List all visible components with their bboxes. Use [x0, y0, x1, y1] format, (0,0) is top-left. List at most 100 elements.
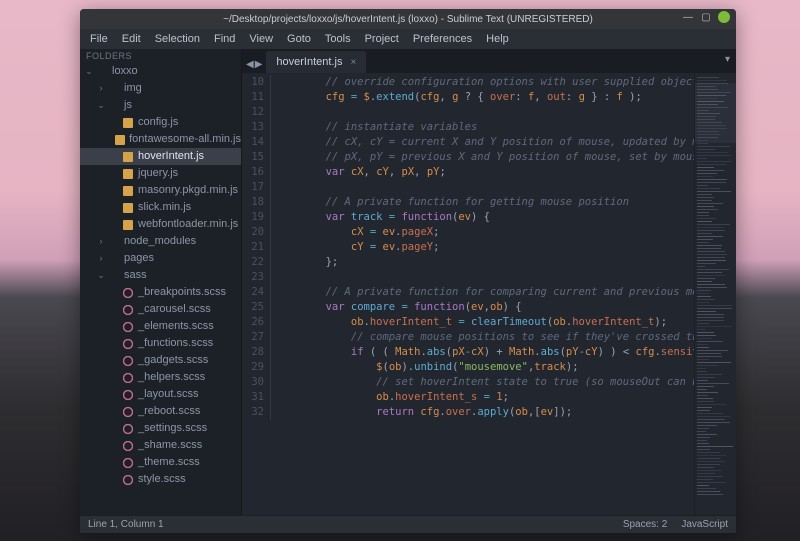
file-_helpers.scss[interactable]: _helpers.scss	[80, 369, 241, 386]
code-line[interactable]: };	[270, 255, 694, 270]
code-line[interactable]: // instantiate variables	[270, 120, 694, 135]
file-_breakpoints.scss[interactable]: _breakpoints.scss	[80, 284, 241, 301]
menu-find[interactable]: Find	[208, 31, 241, 47]
code-line[interactable]: if ( ( Math.abs(pX-cX) + Math.abs(pY-cY)…	[270, 345, 694, 360]
sass-file-icon	[122, 389, 134, 401]
file-_elements.scss[interactable]: _elements.scss	[80, 318, 241, 335]
window-controls: — ▢	[682, 11, 730, 23]
code-line[interactable]: ob.hoverIntent_s = 1;	[270, 390, 694, 405]
menu-goto[interactable]: Goto	[281, 31, 317, 47]
tab-next-icon[interactable]: ▶	[255, 59, 263, 70]
line-number: 16	[242, 165, 264, 180]
code-line[interactable]: // A private function for comparing curr…	[270, 285, 694, 300]
code-line[interactable]: return cfg.over.apply(ob,[ev]);	[270, 405, 694, 420]
line-number: 25	[242, 300, 264, 315]
chevron-right-icon[interactable]: ›	[96, 233, 106, 250]
tab-dropdown-icon[interactable]: ▾	[725, 54, 730, 65]
sass-file-icon	[122, 423, 134, 435]
code-line[interactable]: var track = function(ev) {	[270, 210, 694, 225]
chevron-down-icon[interactable]: ⌄	[84, 63, 94, 80]
menu-selection[interactable]: Selection	[149, 31, 206, 47]
file-jquery.js[interactable]: jquery.js	[80, 165, 241, 182]
tree-item-label: hoverIntent.js	[138, 148, 204, 165]
folder-pages[interactable]: › pages	[80, 250, 241, 267]
code-line[interactable]	[270, 105, 694, 120]
tab-close-icon[interactable]: ×	[350, 57, 356, 68]
chevron-right-icon[interactable]: ›	[96, 250, 106, 267]
minimap-viewport[interactable]	[695, 83, 736, 143]
folder-sass[interactable]: ⌄sass	[80, 267, 241, 284]
code-line[interactable]: ob.hoverIntent_t = clearTimeout(ob.hover…	[270, 315, 694, 330]
file-_gadgets.scss[interactable]: _gadgets.scss	[80, 352, 241, 369]
maximize-button[interactable]: ▢	[700, 11, 712, 23]
tab-label: hoverIntent.js	[276, 56, 342, 68]
tree-item-label: img	[124, 80, 142, 97]
menu-file[interactable]: File	[84, 31, 114, 47]
code-line[interactable]: // compare mouse positions to see if the…	[270, 330, 694, 345]
tree-item-label: webfontloader.min.js	[138, 216, 238, 233]
code-line[interactable]: // cX, cY = current X and Y position of …	[270, 135, 694, 150]
sass-file-icon	[122, 474, 134, 486]
code-line[interactable]: cfg = $.extend(cfg, g ? { over: f, out: …	[270, 90, 694, 105]
file-_shame.scss[interactable]: _shame.scss	[80, 437, 241, 454]
js-file-icon	[122, 219, 134, 231]
code-line[interactable]: var cX, cY, pX, pY;	[270, 165, 694, 180]
code-content[interactable]: // override configuration options with u…	[270, 73, 694, 515]
minimize-button[interactable]: —	[682, 11, 694, 23]
file-_reboot.scss[interactable]: _reboot.scss	[80, 403, 241, 420]
tree-item-label: pages	[124, 250, 154, 267]
menu-project[interactable]: Project	[359, 31, 405, 47]
code-line[interactable]: // set hoverIntent state to true (so mou…	[270, 375, 694, 390]
file-hoverIntent.js[interactable]: hoverIntent.js	[80, 148, 241, 165]
line-number: 26	[242, 315, 264, 330]
folder-js[interactable]: ⌄js	[80, 97, 241, 114]
code-line[interactable]	[270, 270, 694, 285]
chevron-down-icon[interactable]: ⌄	[96, 267, 106, 284]
menu-tools[interactable]: Tools	[319, 31, 357, 47]
sidebar-header: FOLDERS	[80, 49, 241, 63]
file-_theme.scss[interactable]: _theme.scss	[80, 454, 241, 471]
file-webfontloader.min.js[interactable]: webfontloader.min.js	[80, 216, 241, 233]
folder-icon	[108, 270, 120, 282]
code-line[interactable]: var compare = function(ev,ob) {	[270, 300, 694, 315]
titlebar[interactable]: ~/Desktop/projects/loxxo/js/hoverIntent.…	[80, 9, 736, 29]
menu-help[interactable]: Help	[480, 31, 515, 47]
close-button[interactable]	[718, 11, 730, 23]
file-masonry.pkgd.min.js[interactable]: masonry.pkgd.min.js	[80, 182, 241, 199]
chevron-right-icon[interactable]: ›	[96, 80, 106, 97]
file-_settings.scss[interactable]: _settings.scss	[80, 420, 241, 437]
minimap[interactable]	[694, 73, 736, 515]
code-line[interactable]	[270, 180, 694, 195]
status-language[interactable]: JavaScript	[681, 519, 728, 530]
folder-node_modules[interactable]: ›node_modules	[80, 233, 241, 250]
file-slick.min.js[interactable]: slick.min.js	[80, 199, 241, 216]
code-line[interactable]: cY = ev.pageY;	[270, 240, 694, 255]
code-line[interactable]: // pX, pY = previous X and Y position of…	[270, 150, 694, 165]
file-_functions.scss[interactable]: _functions.scss	[80, 335, 241, 352]
menu-preferences[interactable]: Preferences	[407, 31, 478, 47]
line-number: 13	[242, 120, 264, 135]
file-fontawesome-all.min.js[interactable]: fontawesome-all.min.js	[80, 131, 241, 148]
tree-item-label: jquery.js	[138, 165, 178, 182]
code-line[interactable]: $(ob).unbind("mousemove",track);	[270, 360, 694, 375]
status-cursor[interactable]: Line 1, Column 1	[88, 519, 164, 530]
tab-prev-icon[interactable]: ◀	[246, 59, 254, 70]
code-line[interactable]: cX = ev.pageX;	[270, 225, 694, 240]
line-number: 29	[242, 360, 264, 375]
code-area[interactable]: 1011121314151617181920212223242526272829…	[242, 73, 736, 515]
chevron-down-icon[interactable]: ⌄	[96, 97, 106, 114]
folder-img[interactable]: › img	[80, 80, 241, 97]
file-config.js[interactable]: config.js	[80, 114, 241, 131]
code-line[interactable]: // A private function for getting mouse …	[270, 195, 694, 210]
menu-view[interactable]: View	[243, 31, 279, 47]
file-style.scss[interactable]: style.scss	[80, 471, 241, 488]
folder-loxxo[interactable]: ⌄loxxo	[80, 63, 241, 80]
js-file-icon	[122, 185, 134, 197]
tab-active[interactable]: hoverIntent.js ×	[266, 51, 366, 73]
code-line[interactable]: // override configuration options with u…	[270, 75, 694, 90]
status-spaces[interactable]: Spaces: 2	[623, 519, 667, 530]
file-_carousel.scss[interactable]: _carousel.scss	[80, 301, 241, 318]
window-title: ~/Desktop/projects/loxxo/js/hoverIntent.…	[223, 14, 593, 25]
file-_layout.scss[interactable]: _layout.scss	[80, 386, 241, 403]
menu-edit[interactable]: Edit	[116, 31, 147, 47]
